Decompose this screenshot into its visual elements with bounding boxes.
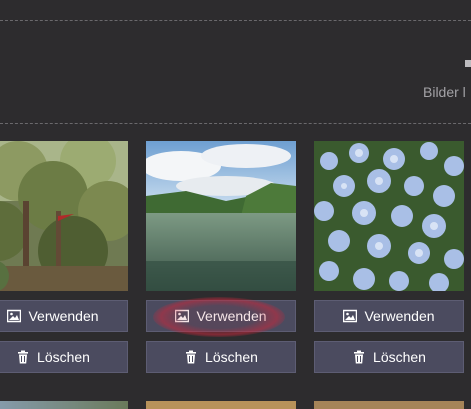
delete-button-label: Löschen <box>37 349 90 365</box>
side-marker <box>465 60 471 67</box>
use-button-label: Verwenden <box>196 308 267 324</box>
top-divider <box>0 20 471 21</box>
delete-button-label: Löschen <box>205 349 258 365</box>
trash-icon <box>352 350 366 364</box>
use-button[interactable]: Verwenden <box>0 300 128 332</box>
trash-icon <box>184 350 198 364</box>
delete-button[interactable]: Löschen <box>0 341 128 373</box>
trash-icon <box>16 350 30 364</box>
image-icon <box>7 309 22 323</box>
use-button-label: Verwenden <box>28 308 99 324</box>
image-thumbnail-partial[interactable] <box>314 401 464 409</box>
image-thumbnail[interactable] <box>146 141 296 291</box>
header-label: Bilder l <box>423 84 466 100</box>
use-button[interactable]: Verwenden <box>146 300 296 332</box>
delete-button[interactable]: Löschen <box>314 341 464 373</box>
image-thumbnail-partial[interactable] <box>146 401 296 409</box>
delete-button[interactable]: Löschen <box>146 341 296 373</box>
use-button-label: Verwenden <box>364 308 435 324</box>
image-thumbnail-partial[interactable] <box>0 401 128 409</box>
delete-button-label: Löschen <box>373 349 426 365</box>
image-thumbnail[interactable] <box>0 141 128 291</box>
image-icon <box>343 309 358 323</box>
section-divider <box>0 123 471 124</box>
image-thumbnail[interactable] <box>314 141 464 291</box>
use-button[interactable]: Verwenden <box>314 300 464 332</box>
image-icon <box>175 309 190 323</box>
